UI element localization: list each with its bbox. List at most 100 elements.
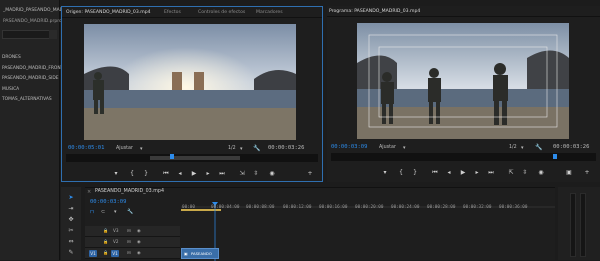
mark-out-icon[interactable]: }	[411, 169, 419, 176]
go-to-out-icon[interactable]: ⏭	[487, 169, 495, 177]
step-forward-icon[interactable]: ▸	[473, 169, 481, 176]
track-label: V3	[113, 228, 119, 233]
play-icon[interactable]: ▶	[190, 170, 198, 177]
bin-item[interactable]: PASEANDO_MADRID_SIDE	[2, 76, 59, 81]
lift-icon[interactable]: ⇱	[507, 169, 515, 176]
lock-icon[interactable]: 🔒	[103, 239, 108, 245]
chevron-down-icon[interactable]: ▾	[240, 146, 243, 152]
project-panel: _MADRID_PASEANDO_MADRID PASEANDO_MADRID.…	[0, 0, 71, 260]
eye-icon[interactable]: ◉	[137, 239, 141, 244]
chevron-down-icon[interactable]: ▾	[521, 145, 524, 151]
bin-item[interactable]: TOMAS_ALTERNATIVAS	[2, 97, 52, 102]
step-back-icon[interactable]: ◂	[445, 169, 453, 176]
ruler-label: 00:00:36:00	[499, 205, 528, 210]
lock-icon[interactable]: 🔒	[103, 228, 108, 234]
chevron-down-icon[interactable]: ▾	[140, 146, 143, 152]
sync-lock-icon[interactable]: ⊟	[127, 239, 131, 244]
add-icon[interactable]: +	[306, 170, 314, 177]
program-resolution-dropdown[interactable]: 1/2	[509, 145, 517, 150]
tab-program[interactable]: Programa: PASEANDO_MADRID_03.mp4	[329, 9, 420, 14]
source-scrubber[interactable]	[66, 154, 318, 162]
source-video-image	[84, 24, 296, 140]
clip-label: PASEANDO	[191, 251, 212, 256]
tab-source[interactable]: Origen: PASEANDO_MADRID_03.mp4	[66, 10, 151, 15]
step-forward-icon[interactable]: ▸	[204, 170, 212, 177]
program-fit-dropdown[interactable]: Ajustar	[379, 145, 396, 150]
ruler-label: 00:00:12:00	[283, 205, 312, 210]
tab-markers[interactable]: Marcadores	[256, 10, 283, 15]
mark-out-icon[interactable]: }	[142, 170, 150, 177]
sync-lock-icon[interactable]: ⊟	[127, 250, 131, 255]
track-header-v1: V1 🔒 V1 ⊟ ◉	[85, 248, 180, 259]
go-to-in-icon[interactable]: ⏮	[431, 169, 439, 177]
source-patch-v1[interactable]: V1	[89, 250, 97, 257]
export-frame-icon[interactable]: ◉	[537, 169, 545, 176]
program-playhead[interactable]	[553, 154, 557, 159]
program-timecode[interactable]: 00:00:03:09	[331, 144, 367, 150]
timeline-tab[interactable]: PASEANDO_MADRID_03.mp4	[95, 189, 164, 194]
program-video-frame[interactable]	[357, 23, 569, 139]
marker-icon[interactable]: ▾	[112, 170, 120, 177]
lock-icon[interactable]: 🔒	[103, 250, 108, 256]
razor-tool-icon[interactable]: ✂	[66, 227, 76, 234]
wrench-icon[interactable]: 🔧	[253, 145, 260, 152]
track-select-tool-icon[interactable]: ⇥	[66, 205, 76, 212]
track-header-v3: 🔒 V3 ⊟ ◉	[85, 226, 180, 237]
wrench-icon[interactable]: 🔧	[127, 209, 133, 215]
clip-fx-icon: ▣	[184, 251, 188, 256]
program-video-image	[357, 23, 569, 139]
bin-item[interactable]: DRONES	[2, 55, 21, 60]
source-fit-dropdown[interactable]: Ajustar	[116, 146, 133, 151]
linked-selection-icon[interactable]: ⊂	[101, 209, 105, 215]
chevron-down-icon[interactable]: ▾	[403, 145, 406, 151]
timeline-panel: × PASEANDO_MADRID_03.mp4 00:00:03:09 ⊓ ⊂…	[85, 187, 555, 261]
mark-in-icon[interactable]: {	[128, 170, 136, 177]
slip-tool-icon[interactable]: ⇔	[66, 238, 76, 245]
snap-icon[interactable]: ⊓	[90, 209, 94, 215]
source-resolution-dropdown[interactable]: 1/2	[228, 146, 236, 151]
ruler-label: 00:00:28:00	[427, 205, 456, 210]
pen-tool-icon[interactable]: ✎	[66, 249, 76, 256]
selection-tool-icon[interactable]: ➤	[66, 194, 76, 201]
program-scrubber[interactable]	[331, 153, 596, 161]
audio-meter-right	[580, 193, 586, 257]
go-to-out-icon[interactable]: ⏭	[218, 170, 226, 178]
tab-effect-controls[interactable]: Controles de efectos	[198, 10, 245, 15]
track-label: V2	[113, 239, 119, 244]
source-playhead[interactable]	[170, 154, 174, 159]
eye-icon[interactable]: ◉	[137, 250, 141, 255]
bin-item[interactable]: MUSICA	[2, 87, 19, 92]
close-icon[interactable]: ×	[87, 189, 91, 195]
source-tabs: Origen: PASEANDO_MADRID_03.mp4 Efectos C…	[62, 7, 322, 18]
go-to-in-icon[interactable]: ⏮	[162, 170, 170, 178]
wrench-icon[interactable]: 🔧	[535, 144, 542, 151]
ruler-label: 00:00:08:00	[246, 205, 275, 210]
project-search-input[interactable]	[2, 30, 50, 39]
project-filter-button[interactable]	[49, 30, 57, 39]
marker-icon[interactable]: ▾	[381, 169, 389, 176]
eye-icon[interactable]: ◉	[137, 228, 141, 233]
mark-in-icon[interactable]: {	[397, 169, 405, 176]
play-icon[interactable]: ▶	[459, 169, 467, 176]
step-back-icon[interactable]: ◂	[176, 170, 184, 177]
add-marker-icon[interactable]: ▾	[114, 209, 117, 215]
bin-item[interactable]: PASEANDO_MADRID_FRONT	[2, 66, 63, 71]
add-icon[interactable]: +	[583, 169, 591, 176]
comparison-view-icon[interactable]: ▣	[565, 169, 573, 176]
overwrite-icon[interactable]: ⇳	[252, 170, 260, 177]
export-frame-icon[interactable]: ◉	[268, 170, 276, 177]
sync-lock-icon[interactable]: ⊟	[127, 228, 131, 233]
program-duration: 00:00:03:26	[553, 144, 590, 150]
track-target-v1[interactable]: V1	[111, 250, 119, 257]
timeline-timecode[interactable]: 00:00:03:09	[90, 199, 126, 205]
tab-effects[interactable]: Efectos	[164, 10, 181, 15]
extract-icon[interactable]: ⇳	[521, 169, 529, 176]
project-file: PASEANDO_MADRID.prproj	[3, 19, 63, 24]
source-monitor: Origen: PASEANDO_MADRID_03.mp4 Efectos C…	[61, 6, 323, 182]
source-video-frame[interactable]	[84, 24, 296, 140]
insert-icon[interactable]: ⇲	[238, 170, 246, 177]
audio-meters	[558, 187, 600, 260]
source-timecode[interactable]: 00:00:05:01	[68, 145, 104, 151]
timeline-clip[interactable]: ▣ PASEANDO	[181, 248, 219, 259]
ripple-edit-tool-icon[interactable]: ✥	[66, 216, 76, 223]
